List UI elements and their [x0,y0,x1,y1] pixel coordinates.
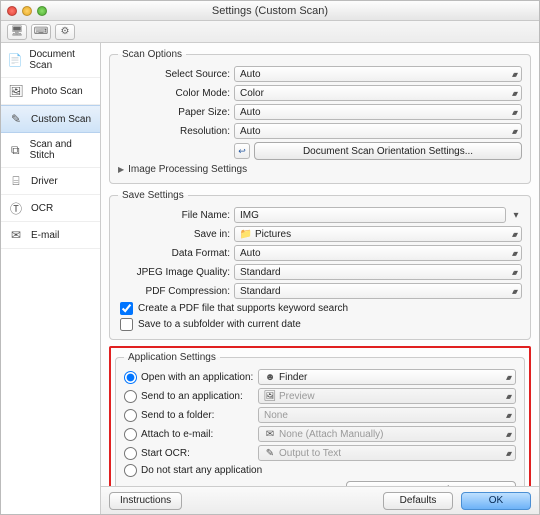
custom-icon: ✎ [7,112,25,126]
sidebar-item-scan-and-stitch[interactable]: ⧉ Scan and Stitch [1,133,100,168]
toolbar-scan-from-computer[interactable]: 🖥 [7,24,27,40]
toolbar-general-settings[interactable]: ⚙ [55,24,75,40]
save-in-label: Save in: [118,229,230,240]
application-settings-legend: Application Settings [124,352,220,363]
paper-size-dropdown[interactable]: Auto▴▾ [234,104,522,120]
sidebar-item-driver[interactable]: ⌸ Driver [1,168,100,195]
sidebar-label: OCR [31,203,53,214]
chevron-updown-icon: ▴▾ [512,230,516,239]
do-not-start-radio[interactable]: Do not start any application [124,464,516,477]
photo-icon: 🖼 [7,84,25,98]
sidebar-item-photo-scan[interactable]: 🖼 Photo Scan [1,78,100,105]
attach-email-dropdown[interactable]: ✉None (Attach Manually)▴▾ [258,426,516,442]
scanner-icon: ⌨ [34,26,48,37]
instructions-button[interactable]: Instructions [109,492,182,510]
scan-options-group: Scan Options Select Source: Auto▴▾ Color… [109,49,531,184]
save-in-dropdown[interactable]: 📁Pictures▴▾ [234,226,522,242]
jpeg-quality-label: JPEG Image Quality: [118,267,230,278]
scan-options-legend: Scan Options [118,49,186,60]
chevron-updown-icon: ▴▾ [506,449,510,458]
application-settings-group: Application Settings Open with an applic… [115,352,525,486]
keyword-search-checkbox[interactable]: Create a PDF file that supports keyword … [120,302,522,315]
folder-icon: 📁 [240,229,252,240]
titlebar: Settings (Custom Scan) [1,1,539,21]
toolbar: 🖥 ⌨ ⚙ [1,21,539,43]
send-to-app-dropdown[interactable]: 🖼Preview▴▾ [258,388,516,404]
chevron-updown-icon: ▴▾ [512,108,516,117]
email-icon: ✉ [7,228,25,242]
finder-icon: ☻ [264,372,276,383]
ocr-icon: Ⓣ [7,201,25,215]
chevron-updown-icon: ▴▾ [512,127,516,136]
sidebar-label: Custom Scan [31,114,91,125]
orientation-settings-button[interactable]: Document Scan Orientation Settings... [254,142,522,160]
settings-window: Settings (Custom Scan) 🖥 ⌨ ⚙ 📄 Document … [0,0,540,515]
defaults-button[interactable]: Defaults [383,492,453,510]
sliders-icon: ⚙ [61,26,70,37]
preview-icon: 🖼 [264,391,276,402]
chevron-updown-icon: ▴▾ [506,430,510,439]
ocr-output-dropdown[interactable]: ✎Output to Text▴▾ [258,445,516,461]
reset-icon: ↩ [238,146,246,157]
save-settings-legend: Save Settings [118,190,188,201]
sidebar: 📄 Document Scan 🖼 Photo Scan ✎ Custom Sc… [1,43,101,514]
toolbar-scan-from-panel[interactable]: ⌨ [31,24,51,40]
chevron-updown-icon: ▴▾ [506,373,510,382]
sidebar-label: Driver [31,176,58,187]
select-source-dropdown[interactable]: Auto▴▾ [234,66,522,82]
send-to-application-radio[interactable]: Send to an application: [124,390,254,403]
jpeg-quality-dropdown[interactable]: Standard▴▾ [234,264,522,280]
footer: Instructions Defaults OK [101,486,539,514]
chevron-updown-icon: ▴▾ [512,249,516,258]
window-title: Settings (Custom Scan) [1,5,539,17]
data-format-dropdown[interactable]: Auto▴▾ [234,245,522,261]
sidebar-item-document-scan[interactable]: 📄 Document Scan [1,43,100,78]
stitch-icon: ⧉ [7,143,24,157]
attach-to-email-radio[interactable]: Attach to e-mail: [124,428,254,441]
chevron-updown-icon: ▴▾ [506,411,510,420]
image-processing-label: Image Processing Settings [128,164,247,175]
chevron-updown-icon: ▴▾ [506,392,510,401]
mail-icon: ✉ [264,429,276,440]
send-to-folder-dropdown[interactable]: None▴▾ [258,407,516,423]
sidebar-label: Scan and Stitch [30,139,94,161]
chevron-updown-icon: ▴▾ [512,89,516,98]
document-icon: 📄 [7,53,23,67]
triangle-right-icon: ▶ [118,165,124,174]
sidebar-item-email[interactable]: ✉ E-mail [1,222,100,249]
driver-icon: ⌸ [7,174,25,188]
file-name-input[interactable]: IMG [234,207,506,223]
sidebar-label: E-mail [31,230,59,241]
resolution-dropdown[interactable]: Auto▴▾ [234,123,522,139]
pdf-compression-dropdown[interactable]: Standard▴▾ [234,283,522,299]
sidebar-item-ocr[interactable]: Ⓣ OCR [1,195,100,222]
sidebar-label: Document Scan [29,49,94,71]
color-mode-dropdown[interactable]: Color▴▾ [234,85,522,101]
reset-orientation-button[interactable]: ↩ [234,143,250,159]
chevron-updown-icon: ▴▾ [512,70,516,79]
text-icon: ✎ [264,448,276,459]
color-mode-label: Color Mode: [118,88,230,99]
data-format-label: Data Format: [118,248,230,259]
send-to-folder-radio[interactable]: Send to a folder: [124,409,254,422]
resolution-label: Resolution: [118,126,230,137]
image-processing-disclosure[interactable]: ▶ Image Processing Settings [118,164,522,175]
open-with-dropdown[interactable]: ☻Finder▴▾ [258,369,516,385]
subfolder-date-checkbox[interactable]: Save to a subfolder with current date [120,318,522,331]
select-source-label: Select Source: [118,69,230,80]
chevron-down-icon[interactable]: ▾ [510,210,522,221]
monitor-icon: 🖥 [11,26,24,37]
open-with-application-radio[interactable]: Open with an application: [124,371,254,384]
pdf-compression-label: PDF Compression: [118,286,230,297]
chevron-updown-icon: ▴▾ [512,268,516,277]
paper-size-label: Paper Size: [118,107,230,118]
application-settings-highlight: Application Settings Open with an applic… [109,346,531,486]
sidebar-label: Photo Scan [31,86,83,97]
chevron-updown-icon: ▴▾ [512,287,516,296]
sidebar-item-custom-scan[interactable]: ✎ Custom Scan [1,105,100,133]
save-settings-group: Save Settings File Name: IMG ▾ Save in: … [109,190,531,340]
ok-button[interactable]: OK [461,492,531,510]
start-ocr-radio[interactable]: Start OCR: [124,447,254,460]
file-name-label: File Name: [118,210,230,221]
